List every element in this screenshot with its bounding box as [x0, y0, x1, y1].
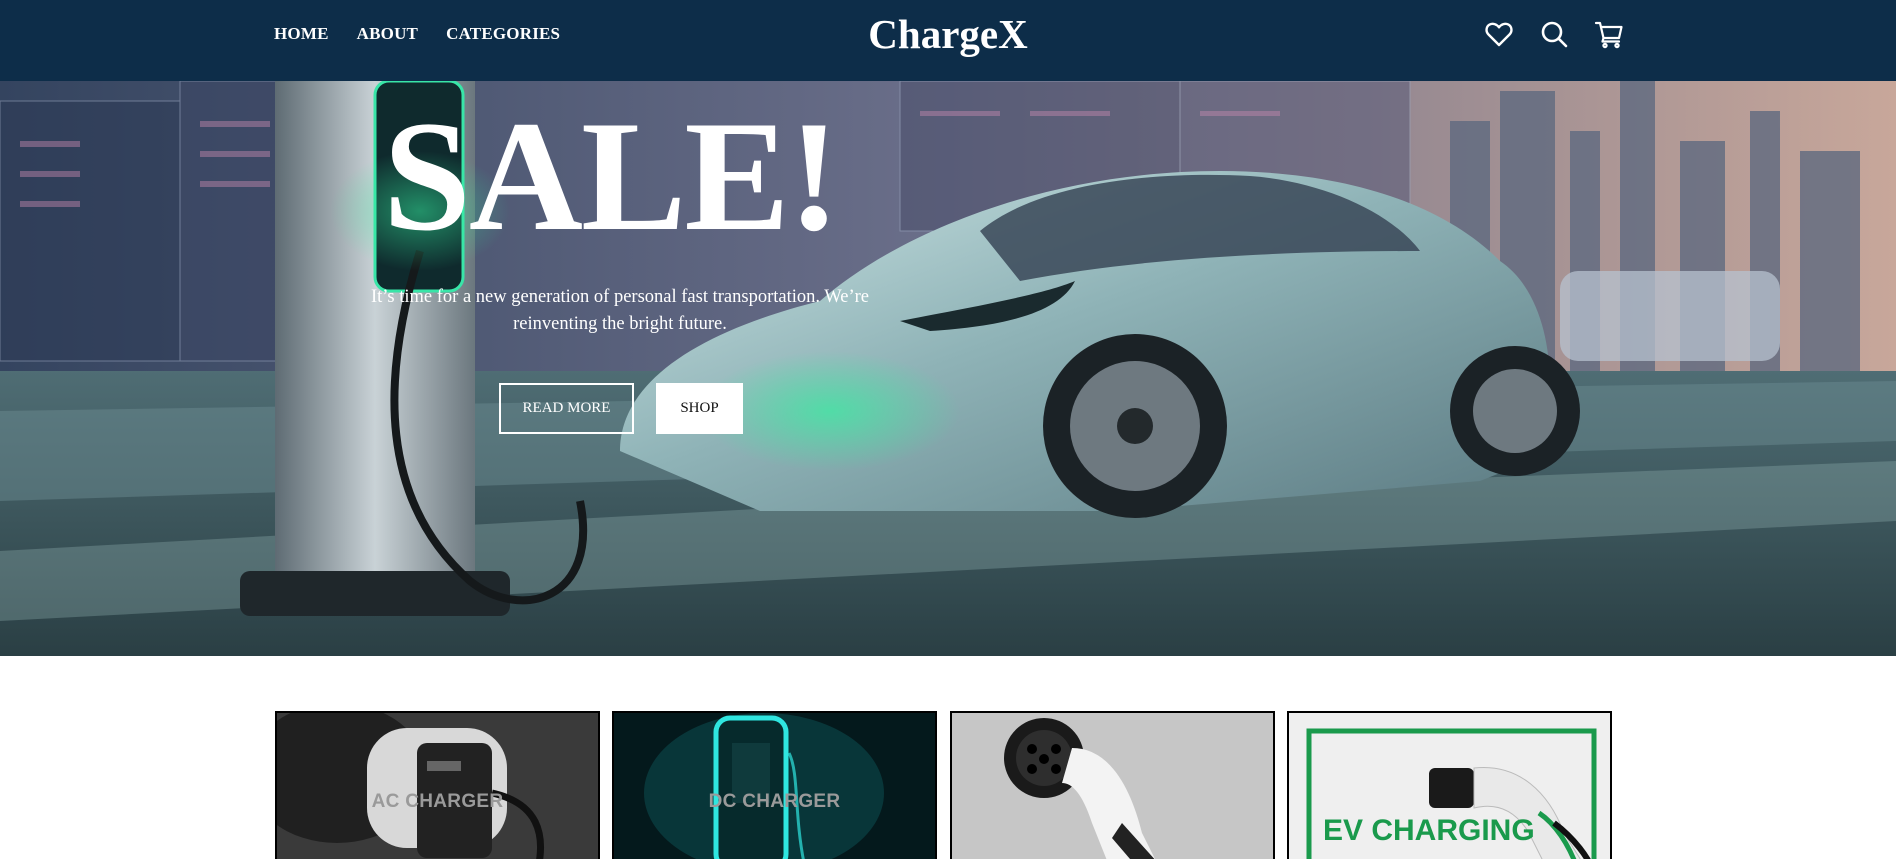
hero-background-image	[0, 81, 1896, 656]
site-header: HOME ABOUT CATEGORIES ChargeX	[0, 0, 1896, 81]
brand-logo[interactable]: ChargeX	[868, 11, 1027, 57]
read-more-button[interactable]: READ MORE	[499, 383, 634, 434]
hero-subtitle: It’s time for a new generation of person…	[370, 287, 869, 334]
ev-charging-text: EV CHARGING	[1323, 814, 1535, 847]
category-card-connector[interactable]	[950, 711, 1275, 859]
main-nav: HOME ABOUT CATEGORIES	[274, 24, 560, 44]
nav-categories[interactable]: CATEGORIES	[446, 24, 560, 44]
nav-home[interactable]: HOME	[274, 24, 329, 44]
header-actions	[1484, 19, 1624, 49]
connector-image	[952, 713, 1273, 859]
hero-banner: SALE! It’s time for a new generation of …	[0, 81, 1896, 656]
search-icon[interactable]	[1539, 19, 1569, 49]
category-label: AC CHARGER	[371, 791, 504, 812]
category-grid: AC CHARGER DC CHARGER EV CHARGING	[275, 711, 1613, 859]
category-label: DC CHARGER	[708, 791, 841, 812]
category-card-dc-charger[interactable]: DC CHARGER	[612, 711, 937, 859]
shop-button[interactable]: SHOP	[656, 383, 743, 434]
heart-icon[interactable]	[1484, 19, 1514, 49]
ac-charger-image	[277, 713, 598, 859]
category-card-ac-charger[interactable]: AC CHARGER	[275, 711, 600, 859]
cart-icon[interactable]	[1594, 19, 1624, 49]
hero-title: SALE!	[383, 89, 840, 264]
dc-charger-image	[614, 713, 935, 859]
nav-about[interactable]: ABOUT	[357, 24, 418, 44]
category-card-ev-charging[interactable]: EV CHARGING	[1287, 711, 1612, 859]
